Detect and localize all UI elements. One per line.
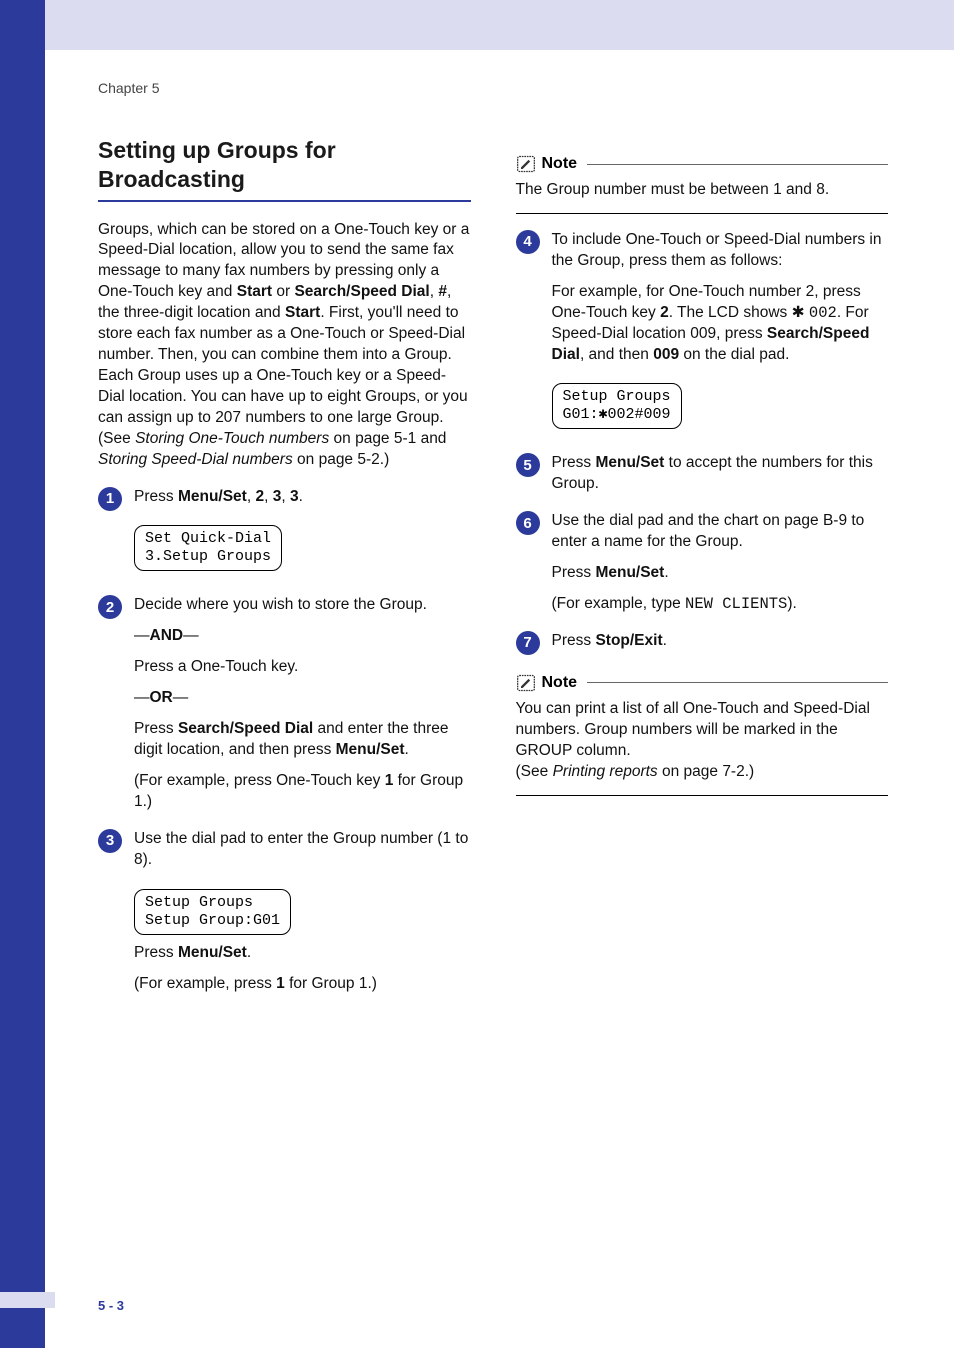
step-1-text: Press Menu/Set, 2, 3, 3. [134, 487, 471, 508]
note-pencil-icon [516, 154, 536, 174]
lcd-display-3: Setup Groups Setup Group:G01 [134, 889, 291, 935]
step-3-text-3: (For example, press 1 for Group 1.) [134, 974, 471, 995]
note-header-1: Note [516, 154, 889, 174]
step-1: 1 Press Menu/Set, 2, 3, 3. Set Quick-Dia… [98, 487, 471, 580]
left-margin-stripe [0, 0, 45, 1348]
right-column: Note The Group number must be between 1 … [516, 136, 889, 995]
heading-rule [98, 200, 471, 202]
note-rule [587, 164, 888, 165]
footer-stripe [0, 1292, 55, 1308]
step-6-text-3: (For example, type NEW CLIENTS). [552, 594, 889, 615]
page-number: 5 - 3 [98, 1298, 124, 1313]
step-2-text-2: Press a One-Touch key. [134, 657, 471, 678]
step-4-text-1: To include One-Touch or Speed-Dial numbe… [552, 230, 889, 272]
note-title-1: Note [542, 155, 578, 173]
step-3-text-2: Press Menu/Set. [134, 943, 471, 964]
intro-paragraph: Groups, which can be stored on a One-Tou… [98, 220, 471, 429]
note-rule [587, 682, 888, 683]
step-2: 2 Decide where you wish to store the Gro… [98, 595, 471, 812]
step-3: 3 Use the dial pad to enter the Group nu… [98, 829, 471, 995]
intro-see-reference: (See Storing One-Touch numbers on page 5… [98, 429, 471, 471]
step-5-text: Press Menu/Set to accept the numbers for… [552, 453, 889, 495]
step-2-text-1: Decide where you wish to store the Group… [134, 595, 471, 616]
lcd-display-4: Setup Groups G01:✱002#009 [552, 383, 682, 429]
note-2-see: (See Printing reports on page 7-2.) [516, 762, 889, 783]
note-bottom-rule [516, 795, 889, 796]
step-number-icon: 7 [516, 631, 540, 655]
step-2-text-4: (For example, press One-Touch key 1 for … [134, 771, 471, 813]
note-header-2: Note [516, 673, 889, 693]
step-7: 7 Press Stop/Exit. [516, 631, 889, 655]
lcd-display-1: Set Quick-Dial 3.Setup Groups [134, 525, 282, 571]
step-2-text-3: Press Search/Speed Dial and enter the th… [134, 719, 471, 761]
step-6-text-1: Use the dial pad and the chart on page B… [552, 511, 889, 553]
note-1-body: The Group number must be between 1 and 8… [516, 180, 889, 201]
step-4: 4 To include One-Touch or Speed-Dial num… [516, 230, 889, 438]
step-2-and: —AND— [134, 626, 471, 647]
step-number-icon: 5 [516, 453, 540, 477]
note-bottom-rule [516, 213, 889, 214]
step-4-text-2: For example, for One-Touch number 2, pre… [552, 282, 889, 366]
note-2-body: You can print a list of all One-Touch an… [516, 699, 889, 762]
note-pencil-icon [516, 673, 536, 693]
step-number-icon: 1 [98, 487, 122, 511]
header-background [0, 0, 954, 50]
step-2-or: —OR— [134, 688, 471, 709]
note-title-2: Note [542, 674, 578, 692]
step-5: 5 Press Menu/Set to accept the numbers f… [516, 453, 889, 495]
step-6: 6 Use the dial pad and the chart on page… [516, 511, 889, 615]
step-number-icon: 3 [98, 829, 122, 853]
step-7-text: Press Stop/Exit. [552, 631, 889, 652]
step-3-text-1: Use the dial pad to enter the Group numb… [134, 829, 471, 871]
left-column: Setting up Groups for Broadcasting Group… [98, 136, 471, 995]
step-number-icon: 2 [98, 595, 122, 619]
step-number-icon: 4 [516, 230, 540, 254]
step-number-icon: 6 [516, 511, 540, 535]
step-6-text-2: Press Menu/Set. [552, 563, 889, 584]
chapter-label: Chapter 5 [98, 80, 888, 96]
section-heading: Setting up Groups for Broadcasting [98, 136, 471, 194]
